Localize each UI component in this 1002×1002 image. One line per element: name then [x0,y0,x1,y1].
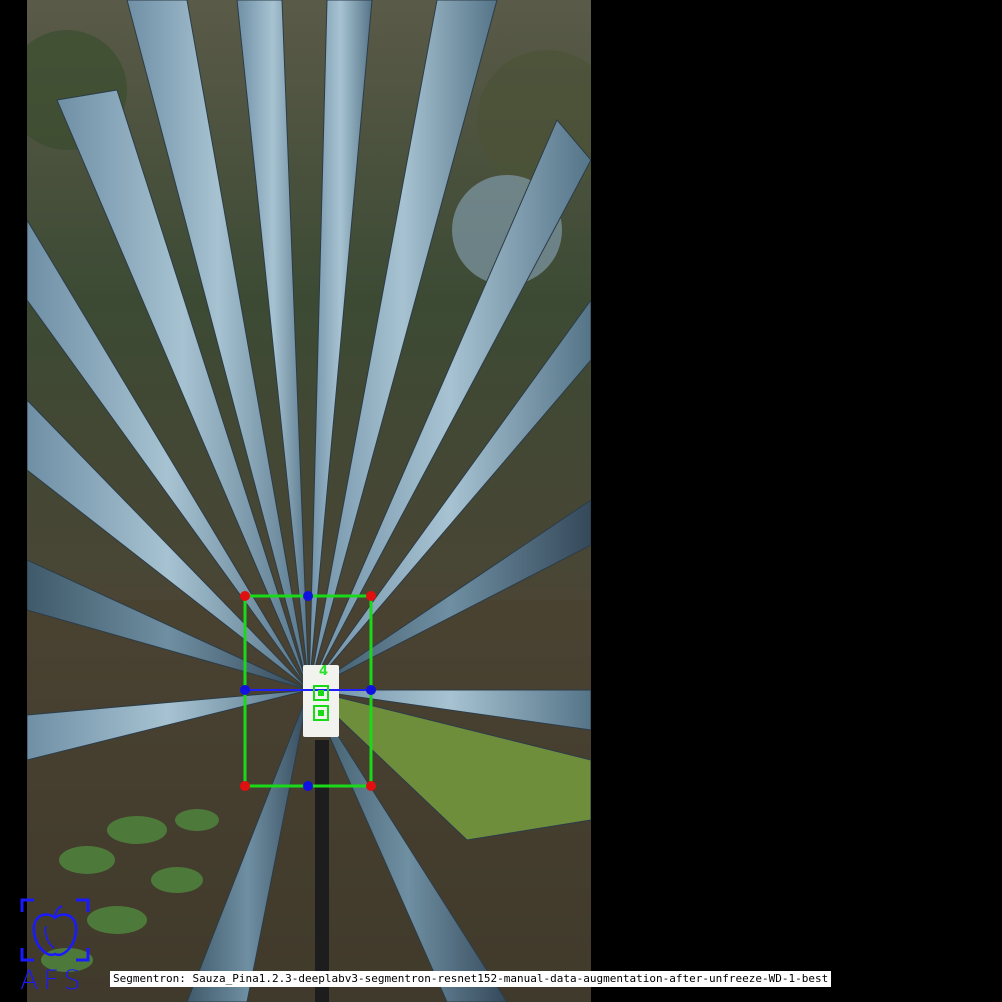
model-caption: Segmentron: Sauza_Pina1.2.3-deeplabv3-se… [110,971,832,987]
marker-number: 4 [319,664,329,679]
agave-photo [27,0,591,1002]
logo-text: AFS [20,965,86,996]
agave-illustration [27,0,591,1002]
